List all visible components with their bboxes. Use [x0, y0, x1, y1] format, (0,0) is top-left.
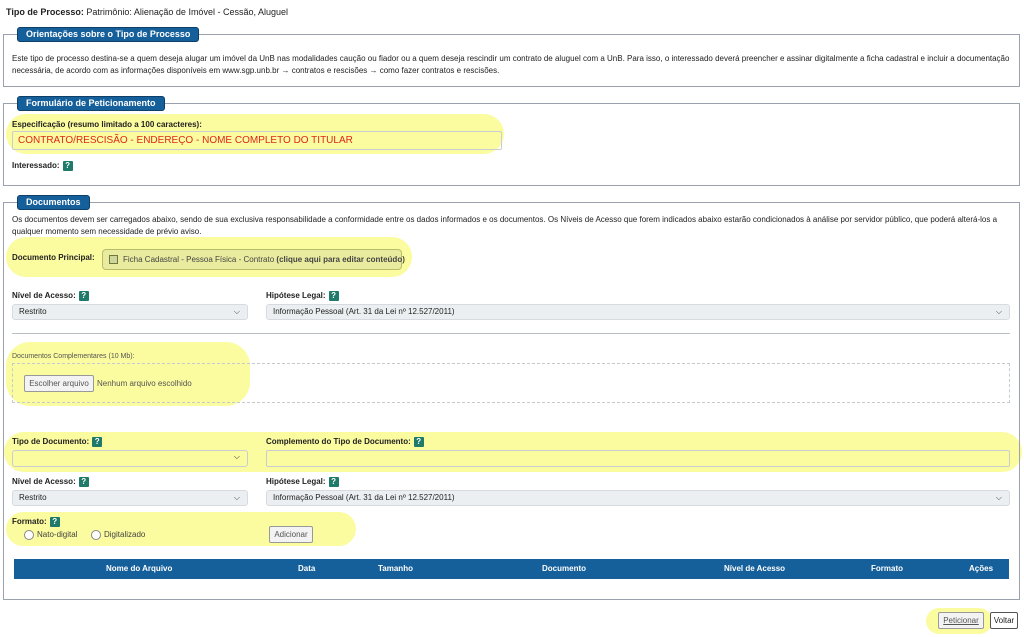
th-documento: Documento — [542, 564, 586, 573]
process-type-line: Tipo de Processo: Patrimônio: Alienação … — [6, 7, 288, 17]
formato-row: Formato:? — [12, 517, 60, 527]
peticionar-label: Peticionar — [943, 616, 979, 625]
documento-principal-hint: (clique aqui para editar conteúdo) — [276, 255, 405, 264]
chevron-down-icon: ⌵ — [233, 493, 240, 502]
especificacao-value: CONTRATO/RESCISÃO - ENDEREÇO - NOME COMP… — [18, 135, 353, 146]
th-data: Data — [298, 564, 316, 573]
nivel-acesso-2-row: Nível de Acesso:? — [12, 477, 89, 487]
help-icon[interactable]: ? — [328, 291, 339, 301]
nenhum-arquivo-text: Nenhum arquivo escolhido — [97, 379, 192, 388]
help-icon[interactable]: ? — [49, 517, 60, 527]
complemento-row: Complemento do Tipo de Documento:? — [266, 437, 424, 447]
formato-label: Formato: — [12, 517, 47, 527]
hipotese-legal-label: Hipótese Legal: — [266, 291, 326, 301]
complemento-input[interactable] — [266, 450, 1010, 467]
help-icon[interactable]: ? — [92, 437, 103, 447]
th-formato: Formato — [871, 564, 903, 573]
voltar-button[interactable]: Voltar — [990, 612, 1018, 629]
process-type-value: Patrimônio: Alienação de Imóvel - Cessão… — [86, 7, 288, 17]
especificacao-label: Especificação (resumo limitado a 100 car… — [12, 120, 202, 129]
tipo-documento-select[interactable]: ⌵ — [12, 450, 248, 467]
complemento-label: Complemento do Tipo de Documento: — [266, 437, 411, 447]
interessado-row: Interessado:? — [12, 161, 73, 171]
formulario-legend: Formulário de Peticionamento — [17, 96, 165, 111]
help-icon[interactable]: ? — [78, 291, 89, 301]
hipotese-legal-row: Hipótese Legal:? — [266, 291, 339, 301]
th-nivel-acesso: Nível de Acesso — [724, 564, 786, 573]
radio-circle[interactable] — [24, 530, 34, 540]
hipotese-legal-2-select[interactable]: Informação Pessoal (Art. 31 da Lei nº 12… — [266, 490, 1010, 506]
chevron-down-icon: ⌵ — [233, 452, 240, 461]
radio-nato-digital[interactable]: Nato-digital — [24, 530, 77, 540]
chevron-down-icon: ⌵ — [995, 493, 1002, 502]
divider — [12, 333, 1010, 334]
hipotese-legal-2-value: Informação Pessoal (Art. 31 da Lei nº 12… — [273, 493, 455, 502]
chevron-down-icon: ⌵ — [995, 307, 1002, 316]
th-tamanho: Tamanho — [378, 564, 413, 573]
help-icon[interactable]: ? — [62, 161, 73, 171]
chevron-down-icon: ⌵ — [233, 307, 240, 316]
escolher-arquivo-button[interactable]: Escolher arquivo — [24, 375, 94, 392]
adicionar-button[interactable]: Adicionar — [269, 526, 313, 543]
hipotese-legal-2-label: Hipótese Legal: — [266, 477, 326, 487]
nivel-acesso-label: Nível de Acesso: — [12, 291, 76, 301]
tipo-documento-label: Tipo de Documento: — [12, 437, 90, 447]
orientacoes-legend: Orientações sobre o Tipo de Processo — [17, 27, 200, 42]
orientacoes-text: Este tipo de processo destina-se a quem … — [12, 54, 1010, 75]
documento-principal-text: Ficha Cadastral - Pessoa Física - Contra… — [123, 255, 275, 264]
nato-digital-label: Nato-digital — [37, 530, 78, 540]
th-acoes: Ações — [969, 564, 994, 573]
nivel-acesso-2-select[interactable]: Restrito ⌵ — [12, 490, 248, 506]
complementares-label: Documentos Complementares (10 Mb): — [12, 353, 135, 360]
tipo-documento-row: Tipo de Documento:? — [12, 437, 103, 447]
nivel-acesso-2-label: Nível de Acesso: — [12, 477, 76, 487]
interessado-label: Interessado: — [12, 161, 60, 171]
documentos-intro: Os documentos devem ser carregados abaix… — [12, 215, 998, 236]
documents-table-header: Nome do Arquivo Data Tamanho Documento N… — [14, 559, 1009, 579]
radio-circle[interactable] — [91, 530, 101, 540]
hipotese-legal-value: Informação Pessoal (Art. 31 da Lei nº 12… — [273, 307, 455, 316]
documento-principal-button[interactable]: Ficha Cadastral - Pessoa Física - Contra… — [102, 249, 405, 270]
documentos-legend: Documentos — [17, 195, 90, 210]
help-icon[interactable]: ? — [78, 477, 89, 487]
digitalizado-label: Digitalizado — [104, 530, 146, 540]
th-nome-arquivo: Nome do Arquivo — [106, 564, 173, 573]
hipotese-legal-2-row: Hipótese Legal:? — [266, 477, 339, 487]
nivel-acesso-row: Nível de Acesso:? — [12, 291, 89, 301]
help-icon[interactable]: ? — [413, 437, 424, 447]
documento-principal-label: Documento Principal: — [12, 253, 95, 262]
nivel-acesso-select[interactable]: Restrito ⌵ — [12, 304, 248, 320]
voltar-label: Voltar — [993, 616, 1015, 625]
help-icon[interactable]: ? — [328, 477, 339, 487]
process-type-label: Tipo de Processo: — [6, 7, 84, 17]
peticionar-button[interactable]: Peticionar — [938, 612, 984, 629]
radio-digitalizado[interactable]: Digitalizado — [91, 530, 145, 540]
nivel-acesso-value: Restrito — [19, 307, 47, 316]
hipotese-legal-select[interactable]: Informação Pessoal (Art. 31 da Lei nº 12… — [266, 304, 1010, 320]
especificacao-input[interactable]: CONTRATO/RESCISÃO - ENDEREÇO - NOME COMP… — [12, 131, 502, 150]
nivel-acesso-2-value: Restrito — [19, 493, 47, 502]
form-icon — [109, 255, 118, 265]
